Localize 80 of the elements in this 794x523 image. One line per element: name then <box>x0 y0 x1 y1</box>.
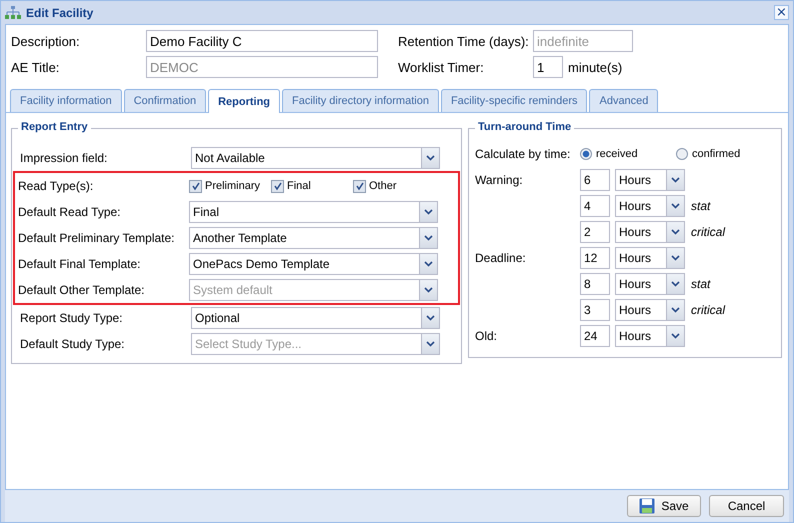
field-label: Description: <box>11 34 81 48</box>
dropdown[interactable]: Another Template <box>189 227 438 249</box>
field-label: Default Read Type: <box>18 205 122 219</box>
tab[interactable]: Reporting <box>208 89 280 113</box>
field-label: Default Final Template: <box>18 257 142 271</box>
chevron-down-icon <box>424 287 433 293</box>
radio-button[interactable] <box>580 148 592 160</box>
chevron-down-icon <box>671 255 680 261</box>
network-icon <box>5 6 21 19</box>
number-field[interactable]: 24 <box>580 325 610 347</box>
number-field[interactable]: 6 <box>580 169 610 191</box>
dropdown[interactable]: Not Available <box>191 147 440 169</box>
field-label: Worklist Timer: <box>398 60 485 74</box>
group-title: Turn-around Time <box>475 121 574 133</box>
unit-dropdown[interactable]: Hours <box>615 247 685 269</box>
dropdown[interactable]: OnePacs Demo Template <box>189 253 438 275</box>
field-label: Default Other Template: <box>18 283 146 297</box>
field-label: Old: <box>475 329 498 343</box>
cancel-button[interactable]: Cancel <box>709 495 784 517</box>
description-field[interactable]: Demo Facility C <box>146 30 378 52</box>
chevron-down-icon <box>671 229 680 235</box>
tab[interactable]: Confirmation <box>124 89 206 112</box>
checkbox-label: Preliminary <box>205 180 260 192</box>
unit-dropdown[interactable]: Hours <box>615 195 685 217</box>
number-field[interactable]: 2 <box>580 221 610 243</box>
field-label: Deadline: <box>475 251 526 265</box>
unit-dropdown[interactable]: Hours <box>615 299 685 321</box>
retention-field[interactable]: indefinite <box>533 30 633 52</box>
tab[interactable]: Facility information <box>10 89 122 112</box>
dropdown[interactable]: Optional <box>191 307 440 329</box>
field-label: Calculate by time: <box>475 147 572 161</box>
radio-button[interactable] <box>676 148 688 160</box>
chevron-down-icon <box>426 155 435 161</box>
priority-note: critical <box>691 225 726 239</box>
field-label: Default Study Type: <box>20 337 126 351</box>
save-button[interactable]: Save <box>627 495 701 517</box>
checkbox-label: Other <box>369 180 397 192</box>
chevron-down-icon <box>671 177 680 183</box>
unit-label: minute(s) <box>568 60 622 74</box>
priority-note: stat <box>691 277 710 291</box>
chevron-down-icon <box>424 261 433 267</box>
tab[interactable]: Advanced <box>589 89 658 112</box>
field-label: Read Type(s): <box>18 179 94 193</box>
unit-dropdown[interactable]: Hours <box>615 273 685 295</box>
unit-dropdown[interactable]: Hours <box>615 325 685 347</box>
chevron-down-icon <box>671 307 680 313</box>
tab[interactable]: Facility directory information <box>282 89 439 112</box>
chevron-down-icon <box>671 203 680 209</box>
unit-dropdown[interactable]: Hours <box>615 221 685 243</box>
checkbox[interactable] <box>189 180 202 192</box>
timer-field[interactable]: 1 <box>533 56 563 78</box>
tab[interactable]: Facility-specific reminders <box>440 89 588 112</box>
priority-note: stat <box>691 199 710 213</box>
dropdown[interactable]: Final <box>189 201 438 223</box>
field-label: Retention Time (days): <box>398 34 530 48</box>
radio-label: confirmed <box>692 148 740 160</box>
chevron-down-icon <box>424 235 433 241</box>
chevron-down-icon <box>426 341 435 347</box>
field-label: Impression field: <box>20 151 108 165</box>
chevron-down-icon <box>671 281 680 287</box>
chevron-down-icon <box>671 333 680 339</box>
chevron-down-icon <box>424 209 433 215</box>
chevron-down-icon <box>426 315 435 321</box>
window-title: Edit Facility <box>26 6 94 20</box>
field-label: Warning: <box>475 173 523 187</box>
field-label: Default Preliminary Template: <box>18 231 176 245</box>
number-field[interactable]: 4 <box>580 195 610 217</box>
radio-label: received <box>596 148 638 160</box>
unit-dropdown[interactable]: Hours <box>615 169 685 191</box>
close-button[interactable]: × <box>774 5 789 20</box>
field-label: Report Study Type: <box>20 311 124 325</box>
number-field[interactable]: 8 <box>580 273 610 295</box>
checkbox-label: Final <box>287 180 311 192</box>
group-title: Report Entry <box>18 121 91 133</box>
checkbox[interactable] <box>271 180 284 192</box>
field-label: AE Title: <box>11 60 60 74</box>
number-field[interactable]: 3 <box>580 299 610 321</box>
priority-note: critical <box>691 303 726 317</box>
checkbox[interactable] <box>353 180 366 192</box>
number-field[interactable]: 12 <box>580 247 610 269</box>
